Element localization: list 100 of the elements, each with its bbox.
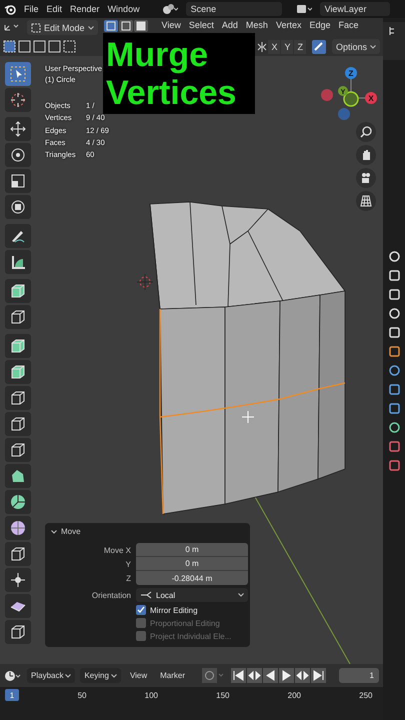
menu-item[interactable]: Render — [70, 4, 100, 14]
menu-button[interactable]: View — [126, 668, 152, 683]
tool-button[interactable] — [5, 386, 31, 410]
field-label: Z — [125, 574, 131, 582]
snap-icon[interactable] — [312, 40, 326, 54]
selection-mode-icon[interactable] — [18, 40, 31, 53]
grid-button[interactable] — [356, 191, 376, 211]
polygon-icon — [10, 468, 26, 484]
tool-button[interactable] — [5, 464, 31, 488]
camera-button[interactable] — [356, 168, 376, 188]
select-mode-button[interactable] — [134, 20, 148, 32]
tool-button[interactable] — [5, 88, 31, 112]
tool-button[interactable] — [5, 438, 31, 462]
menu-item[interactable]: Vertex — [276, 20, 302, 31]
menu-button[interactable]: Keying — [80, 668, 121, 683]
tool-button[interactable] — [5, 620, 31, 644]
tool-button[interactable] — [5, 62, 31, 86]
properties-tab-icon[interactable] — [388, 365, 400, 376]
tool-button[interactable] — [5, 117, 31, 141]
tool-button[interactable] — [5, 334, 31, 358]
selection-mode-icon[interactable] — [33, 40, 46, 53]
move-arrows-icon — [10, 121, 26, 137]
tool-button[interactable] — [5, 224, 31, 248]
menu-item[interactable]: Edge — [309, 20, 330, 31]
tool-button[interactable] — [5, 542, 31, 566]
properties-tab-icon[interactable] — [388, 422, 400, 433]
playback-button[interactable] — [279, 668, 294, 683]
cube-icon — [10, 338, 26, 354]
crosshair-icon — [242, 410, 254, 424]
number-field[interactable]: 0 m — [136, 557, 248, 571]
properties-tab-icon[interactable] — [388, 384, 400, 395]
pan-button[interactable] — [356, 145, 376, 165]
checkbox-label: Project Individual Ele... — [150, 632, 232, 640]
camera-icon — [360, 172, 372, 184]
playhead[interactable]: 1 — [5, 689, 19, 701]
axis-toggle[interactable]: X — [268, 40, 280, 54]
menu-item[interactable]: Edit — [46, 4, 62, 14]
record-icon[interactable] — [202, 668, 226, 683]
view-layer-icon[interactable] — [296, 3, 312, 15]
frame-field[interactable]: 1 — [339, 668, 379, 683]
clock-icon[interactable] — [4, 670, 22, 682]
menu-item[interactable]: View — [162, 20, 181, 31]
properties-tab-icon[interactable] — [388, 346, 400, 357]
select-mode-button[interactable] — [118, 20, 133, 32]
tool-button[interactable] — [5, 305, 31, 329]
scene-field[interactable]: Scene — [186, 2, 282, 16]
jump-start-icon — [231, 668, 246, 683]
tool-button[interactable] — [5, 143, 31, 167]
tool-button[interactable] — [5, 169, 31, 193]
tool-button[interactable] — [5, 594, 31, 618]
tool-button[interactable] — [5, 568, 31, 592]
tool-button[interactable] — [5, 360, 31, 384]
menu-item[interactable]: Window — [108, 4, 140, 14]
orientation-dropdown[interactable]: Local — [136, 588, 248, 602]
mirror-icon — [257, 40, 268, 52]
tool-button[interactable] — [5, 195, 31, 219]
playback-button[interactable] — [247, 668, 262, 683]
tool-button[interactable] — [5, 412, 31, 436]
select-mode-button[interactable] — [104, 20, 118, 32]
cube-icon — [10, 624, 26, 640]
tool-button[interactable] — [5, 250, 31, 274]
menu-item[interactable]: Face — [338, 20, 358, 31]
jump-end-icon — [311, 668, 326, 683]
axis-toggle[interactable]: Y — [281, 40, 294, 54]
nodes-icon — [140, 591, 152, 599]
properties-tab-icon[interactable] — [388, 403, 400, 414]
tool-button[interactable] — [5, 279, 31, 303]
playback-button[interactable] — [295, 668, 310, 683]
menu-item[interactable]: File — [24, 4, 39, 14]
title-text: Murge — [106, 36, 209, 74]
menu-button[interactable]: Playback — [27, 668, 76, 683]
scale-icon — [10, 173, 26, 189]
pie-icon — [10, 494, 26, 510]
options-dropdown[interactable]: Options — [332, 39, 380, 54]
zoom-button[interactable] — [356, 122, 376, 142]
selection-mode-icon[interactable] — [3, 40, 16, 53]
number-field[interactable]: 0 m — [136, 543, 248, 557]
menu-item[interactable]: Mesh — [246, 20, 268, 31]
timeline-ruler[interactable]: 1 50 100 150 200 250 — [0, 687, 383, 720]
magnifier-icon — [360, 126, 372, 138]
view-layer-field[interactable]: ViewLayer — [320, 2, 390, 16]
axis-toggle[interactable]: Z — [294, 40, 306, 54]
tool-button[interactable] — [5, 490, 31, 514]
menu-item[interactable]: Add — [222, 20, 238, 31]
mode-dropdown[interactable]: Edit Mode — [27, 20, 98, 35]
selection-mode-icon[interactable] — [63, 40, 76, 53]
hand-icon — [360, 149, 372, 161]
number-field[interactable]: -0.28044 m — [136, 571, 248, 585]
tool-button[interactable] — [5, 516, 31, 540]
selection-mode-icon[interactable] — [48, 40, 61, 53]
scene-icon[interactable] — [162, 3, 178, 15]
panel-title[interactable]: Move — [61, 527, 81, 536]
checkbox[interactable] — [136, 605, 146, 615]
cube-icon — [10, 390, 26, 406]
playback-button[interactable] — [231, 668, 246, 683]
playback-button[interactable] — [311, 668, 326, 683]
playback-button[interactable] — [263, 668, 278, 683]
menu-button[interactable]: Marker — [156, 668, 190, 683]
menu-item[interactable]: Select — [188, 20, 214, 31]
ruler-icon — [10, 254, 26, 270]
